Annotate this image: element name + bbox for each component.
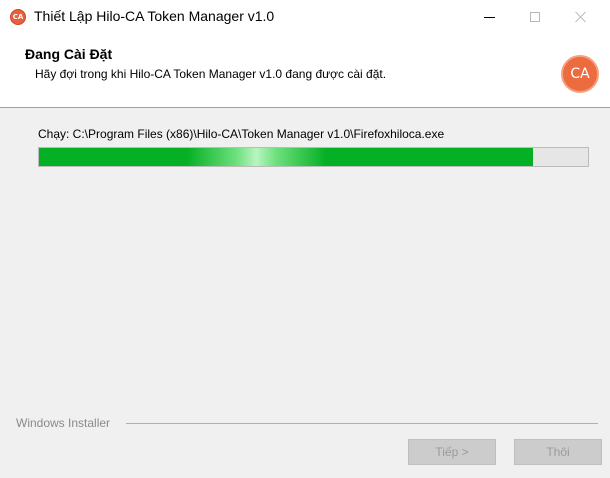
maximize-icon (530, 12, 540, 22)
progress-bar-fill (39, 148, 534, 166)
divider (126, 423, 598, 424)
hiloca-logo: CA (561, 55, 599, 93)
progress-bar (38, 147, 589, 167)
page-subtitle: Hãy đợi trong khi Hilo-CA Token Manager … (35, 67, 387, 81)
maximize-button[interactable] (512, 0, 558, 34)
page-header: Đang Cài Đặt Hãy đợi trong khi Hilo-CA T… (0, 34, 610, 108)
status-text: Chạy: C:\Program Files (x86)\Hilo-CA\Tok… (38, 127, 445, 141)
title-bar[interactable]: CA Thiết Lập Hilo-CA Token Manager v1.0 (0, 0, 610, 34)
minimize-button[interactable] (466, 0, 512, 34)
installer-group: Windows Installer (16, 416, 598, 430)
next-button[interactable]: Tiếp > (408, 439, 496, 465)
window-title: Thiết Lập Hilo-CA Token Manager v1.0 (34, 8, 275, 24)
close-icon (575, 11, 587, 23)
hiloca-logo-icon: CA (10, 9, 26, 25)
installer-label: Windows Installer (16, 416, 115, 430)
page-title: Đang Cài Đặt (25, 46, 113, 62)
cancel-button[interactable]: Thôi (514, 439, 602, 465)
close-button[interactable] (558, 0, 604, 34)
minimize-icon (483, 16, 495, 18)
installer-window: CA Thiết Lập Hilo-CA Token Manager v1.0 … (0, 0, 610, 478)
